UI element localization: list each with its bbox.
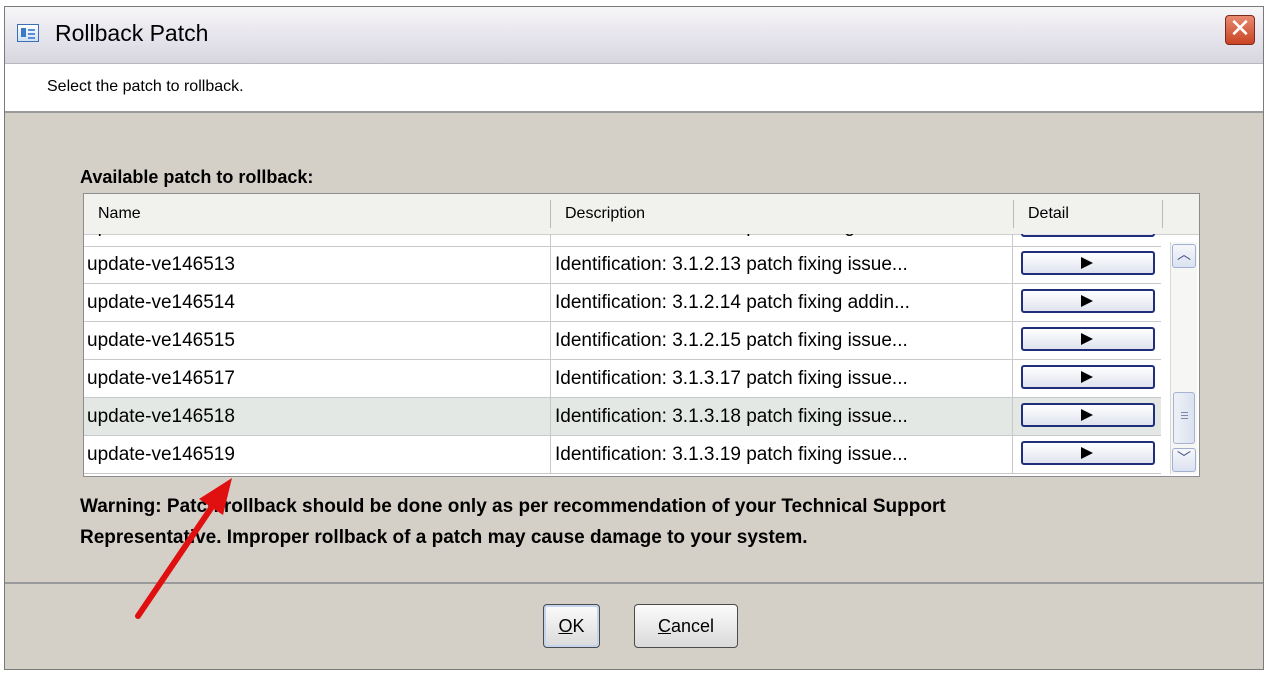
close-icon: ✕	[1229, 14, 1251, 44]
vertical-scrollbar[interactable]: ︿ ﹀	[1170, 242, 1197, 474]
patch-name: update-ve146519	[87, 444, 235, 465]
ok-label-rest: K	[572, 616, 585, 636]
detail-button[interactable]	[1021, 234, 1155, 237]
cancel-mnemonic: C	[657, 616, 671, 636]
close-button[interactable]: ✕	[1225, 15, 1255, 45]
patch-description: Identification: 3.1.3.17 patch fixing is…	[550, 360, 1012, 398]
chevron-down-icon: ﹀	[1177, 451, 1191, 467]
patch-name: update-ve146514	[87, 292, 235, 313]
detail-cell	[1012, 234, 1161, 246]
table-row[interactable]: update-ve146517 Identification: 3.1.3.17…	[84, 360, 1161, 398]
patch-name: update-ve146515	[87, 330, 235, 351]
play-arrow-icon	[1081, 409, 1093, 421]
detail-button[interactable]	[1021, 327, 1155, 351]
table-row[interactable]: update-ve146519 Identification: 3.1.3.19…	[84, 436, 1161, 474]
table-row[interactable]: update-ve146515 Identification: 3.1.2.15…	[84, 322, 1161, 360]
table-row[interactable]: update-ve146513 Identification: 3.1.2.13…	[84, 246, 1161, 284]
patch-description: Identification: 3.1.2.14 patch fixing ad…	[550, 284, 1012, 322]
detail-cell	[1012, 398, 1161, 436]
patch-description: Identification: 3.1.3.18 patch fixing is…	[550, 398, 1012, 436]
warning-line-1: Warning: Patch rollback should be done o…	[80, 496, 946, 517]
ok-mnemonic: O	[558, 616, 573, 636]
detail-cell	[1012, 360, 1161, 398]
patch-description: Identification: 3.1.2.13 patch fixing is…	[550, 246, 1012, 284]
play-arrow-icon	[1081, 333, 1093, 345]
detail-button[interactable]	[1021, 289, 1155, 313]
patch-description: Identification: 3.1.2.15 patch fixing is…	[550, 322, 1012, 360]
app-icon	[17, 24, 39, 42]
patch-name: update-ve146512	[84, 234, 549, 246]
header-panel: Select the patch to rollback.	[5, 64, 1263, 113]
detail-cell	[1012, 246, 1161, 284]
scroll-down-button[interactable]: ﹀	[1172, 448, 1196, 472]
play-arrow-icon	[1081, 295, 1093, 307]
patch-table: Name Description Detail update-ve146512 …	[83, 193, 1200, 477]
table-row-selected[interactable]: update-ve146518 Identification: 3.1.3.18…	[84, 398, 1161, 436]
detail-cell	[1012, 322, 1161, 360]
warning-text: Warning: Patch rollback should be done o…	[80, 491, 1200, 553]
detail-button[interactable]	[1021, 441, 1155, 465]
scroll-thumb[interactable]	[1173, 392, 1195, 444]
detail-button[interactable]	[1021, 365, 1155, 389]
column-header-name[interactable]: Name	[84, 194, 550, 234]
table-body: update-ve146512 Identification: 3.1.2.12…	[84, 234, 1161, 476]
instruction-text: Select the patch to rollback.	[47, 78, 244, 95]
cancel-label-rest: ancel	[670, 616, 715, 636]
detail-button[interactable]	[1021, 251, 1155, 275]
rollback-patch-dialog: Rollback Patch ✕ Select the patch to rol…	[4, 6, 1264, 670]
warning-line-2: Representative. Improper rollback of a p…	[80, 527, 808, 548]
play-arrow-icon	[1081, 447, 1093, 459]
cancel-button[interactable]: Cancel	[634, 604, 738, 648]
window-title: Rollback Patch	[55, 20, 209, 46]
footer-divider	[5, 582, 1263, 584]
patch-name: update-ve146513	[87, 254, 235, 275]
patch-name: update-ve146517	[87, 368, 235, 389]
play-arrow-icon	[1081, 371, 1093, 383]
ok-button[interactable]: OK	[543, 604, 600, 648]
detail-cell	[1012, 436, 1161, 474]
column-header-detail[interactable]: Detail	[1014, 194, 1162, 234]
play-arrow-icon	[1081, 257, 1093, 269]
detail-cell	[1012, 284, 1161, 322]
patch-description: Identification: 3.1.3.19 patch fixing is…	[550, 436, 1012, 474]
detail-button[interactable]	[1021, 403, 1155, 427]
column-divider	[1162, 200, 1163, 228]
chevron-up-icon: ︿	[1177, 247, 1191, 263]
scroll-up-button[interactable]: ︿	[1172, 244, 1196, 268]
patch-description: Identification: 3.1.2.12 patch adding a …	[550, 234, 1012, 246]
section-label: Available patch to rollback:	[80, 167, 314, 187]
title-bar[interactable]: Rollback Patch ✕	[5, 7, 1263, 64]
table-row[interactable]: update-ve146514 Identification: 3.1.2.14…	[84, 284, 1161, 322]
patch-name: update-ve146518	[87, 406, 235, 427]
column-header-description[interactable]: Description	[551, 194, 1013, 234]
table-header: Name Description Detail	[84, 194, 1199, 235]
